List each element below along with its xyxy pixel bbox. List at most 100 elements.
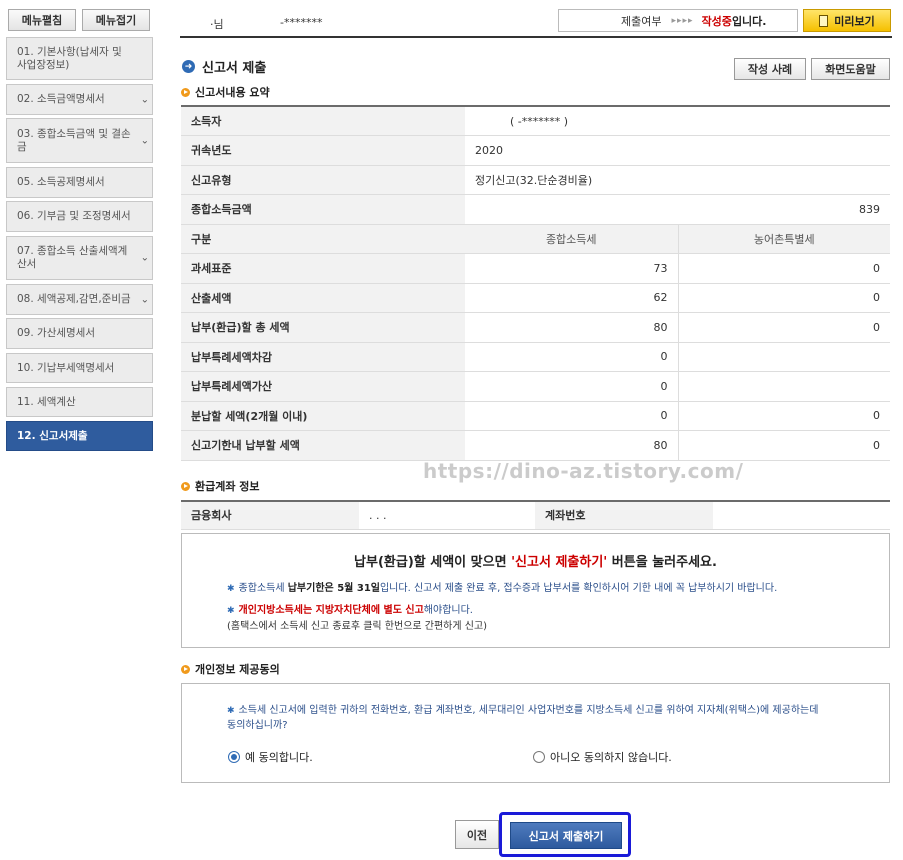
- sidebar-item-tax-compute[interactable]: 11. 세액계산: [6, 387, 153, 417]
- arrow-right-circle-icon: ➜: [182, 60, 195, 73]
- col-income-tax: 종합소득세: [465, 224, 679, 254]
- preview-button[interactable]: 미리보기: [803, 9, 891, 32]
- chevron-down-icon: ⌄: [140, 135, 149, 146]
- taxpayer-value: ( -******* ): [465, 106, 890, 136]
- row-rural-tax: 0: [678, 283, 890, 313]
- refund-account-table: 금융회사 . . . 계좌번호: [181, 500, 890, 530]
- year-value: 2020: [465, 135, 890, 166]
- notice-line2-red: 개인지방소득세는 지방자치단체에 별도 신고: [238, 605, 424, 616]
- submission-status: 제출여부 ▸▸▸▸ 작성중 입니다.: [558, 9, 798, 32]
- summary-section-title: 신고서내용 요약: [181, 84, 270, 100]
- consent-no-radio[interactable]: [533, 751, 545, 763]
- account-label: 계좌번호: [535, 501, 713, 530]
- notice-line1-bold: 납부기한은 5월 31일: [287, 583, 380, 594]
- sidebar-item-donations[interactable]: 06. 기부금 및 조정명세서: [6, 201, 153, 232]
- star-bullet-icon: ✱: [227, 606, 235, 616]
- row-income-tax: 0: [465, 342, 679, 372]
- refund-title-text: 환급계좌 정보: [195, 480, 260, 493]
- sidebar-item-tax-calculation[interactable]: 07. 종합소득 산출세액계산서 ⌄: [6, 236, 153, 280]
- consent-no-label: 아니오 동의하지 않습니다.: [550, 751, 672, 764]
- star-bullet-icon: ✱: [227, 706, 235, 716]
- notice-line-hint: (홈택스에서 소득세 신고 종료후 클릭 한번으로 간편하게 신고): [227, 621, 488, 632]
- col-label: 구분: [181, 224, 465, 254]
- row-label: 산출세액: [181, 283, 465, 313]
- row-rural-tax: 0: [678, 312, 890, 343]
- notice-heading-post: 버튼을 눌러주세요.: [607, 555, 717, 570]
- screen-help-button[interactable]: 화면도움말: [811, 58, 890, 80]
- chevron-down-icon: ⌄: [140, 294, 149, 305]
- notice-heading-red: '신고서 제출하기': [511, 555, 608, 570]
- notice-line1-post: 입니다. 신고서 제출 완료 후, 접수증과 납부서를 확인하시어 기한 내에 …: [379, 583, 778, 594]
- row-label: 신고기한내 납부할 세액: [181, 430, 465, 461]
- row-label: 납부특례세액차감: [181, 342, 465, 372]
- submit-report-button[interactable]: 신고서 제출하기: [510, 822, 622, 849]
- consent-yes-radio[interactable]: [228, 751, 240, 763]
- sidebar-item-prepaid-tax[interactable]: 10. 기납부세액명세서: [6, 353, 153, 383]
- sidebar-item-label: 07. 종합소득 산출세액계산서: [17, 245, 128, 270]
- row-rural-tax: 0: [678, 401, 890, 431]
- notice-heading-pre: 납부(환급)할 세액이 맞으면: [354, 555, 512, 570]
- watermark: https://dino-az.tistory.com/: [423, 459, 744, 483]
- type-value: 정기신고(32.단순경비율): [465, 165, 890, 195]
- table-row: 납부특례세액차감 0: [181, 342, 890, 372]
- sidebar-item-tax-credits[interactable]: 08. 세액공제,감면,준비금 ⌄: [6, 284, 153, 315]
- menu-collapse-button[interactable]: 메뉴접기: [82, 9, 150, 31]
- table-row: 신고유형 정기신고(32.단순경비율): [181, 165, 890, 195]
- sidebar-item-deductions[interactable]: 05. 소득공제명세서: [6, 167, 153, 198]
- row-income-tax: 73: [465, 253, 679, 284]
- top-bar: ·님 -******* 제출여부 ▸▸▸▸ 작성중 입니다. 미리보기: [180, 8, 892, 38]
- summary-table: 소득자 ( -******* ) 귀속년도 2020 신고유형 정기신고(32.…: [181, 105, 890, 461]
- sidebar-item-label: 06. 기부금 및 조정명세서: [17, 210, 131, 222]
- sidebar-item-label: 05. 소득공제명세서: [17, 176, 105, 188]
- sidebar-item-basic-info[interactable]: 01. 기본사항(납세자 및 사업장정보): [6, 37, 153, 80]
- consent-yes-label: 예 동의합니다.: [245, 751, 313, 764]
- sidebar-item-total-income[interactable]: 03. 종합소득금액 및 결손금 ⌄: [6, 118, 153, 163]
- row-income-tax: 62: [465, 283, 679, 313]
- menu-toggle-group: 메뉴펼침 메뉴접기: [8, 9, 150, 31]
- consent-yes-option[interactable]: 예 동의합니다.: [228, 749, 313, 765]
- bullet-icon: [181, 87, 190, 97]
- bank-value: . . .: [359, 501, 535, 530]
- sidebar-item-income-statement[interactable]: 02. 소득금액명세서 ⌄: [6, 84, 153, 115]
- income-label: 종합소득금액: [181, 194, 465, 225]
- sample-button[interactable]: 작성 사례: [734, 58, 806, 80]
- row-income-tax: 0: [465, 401, 679, 431]
- row-rural-tax: 0: [678, 253, 890, 284]
- table-row: 분납할 세액(2개월 이내) 0 0: [181, 401, 890, 431]
- status-value: 작성중: [701, 14, 732, 28]
- menu-expand-button[interactable]: 메뉴펼침: [8, 9, 76, 31]
- sidebar-item-penalty-tax[interactable]: 09. 가산세명세서: [6, 318, 153, 349]
- notice-line1-pre: 종합소득세: [238, 583, 288, 594]
- sidebar-item-label: 09. 가산세명세서: [17, 327, 95, 339]
- table-row: 귀속년도 2020: [181, 135, 890, 166]
- status-label: 제출여부: [621, 14, 662, 28]
- bank-label: 금융회사: [181, 501, 359, 530]
- chevron-down-icon: ⌄: [140, 94, 149, 105]
- col-rural-tax: 농어촌특별세: [678, 224, 890, 254]
- row-income-tax: 0: [465, 371, 679, 402]
- consent-box: ✱ 소득세 신고서에 입력한 귀하의 전화번호, 환급 계좌번호, 세무대리인 사…: [181, 683, 890, 783]
- sidebar-item-label: 02. 소득금액명세서: [17, 93, 105, 105]
- sidebar-item-label: 11. 세액계산: [17, 395, 76, 408]
- row-rural-tax: [678, 371, 890, 402]
- row-label: 과세표준: [181, 253, 465, 284]
- submit-highlight-frame: 신고서 제출하기: [499, 812, 631, 857]
- notice-line-local-tax: ✱ 개인지방소득세는 지방자치단체에 별도 신고해야합니다.: [227, 601, 473, 616]
- sidebar: 메뉴펼침 메뉴접기 01. 기본사항(납세자 및 사업장정보) 02. 소득금액…: [0, 0, 160, 860]
- table-row: 과세표준 73 0: [181, 253, 890, 284]
- sidebar-item-label: 01. 기본사항(납세자 및 사업장정보): [17, 45, 122, 71]
- page-title: ➜ 신고서 제출: [182, 57, 266, 76]
- sidebar-item-submit[interactable]: 12. 신고서제출: [6, 421, 153, 451]
- prev-button[interactable]: 이전: [455, 820, 499, 849]
- bullet-icon: [181, 481, 190, 491]
- table-row: 납부(환급)할 총 세액 80 0: [181, 312, 890, 343]
- sidebar-item-label: 12. 신고서제출: [17, 429, 88, 442]
- table-row: 산출세액 62 0: [181, 283, 890, 313]
- arrows-icon: ▸▸▸▸: [671, 15, 694, 26]
- account-value: [713, 501, 890, 530]
- user-name: ·님: [210, 18, 224, 31]
- table-row: 납부특례세액가산 0: [181, 371, 890, 402]
- user-id: -*******: [280, 16, 323, 29]
- consent-no-option[interactable]: 아니오 동의하지 않습니다.: [533, 749, 672, 765]
- chevron-down-icon: ⌄: [140, 252, 149, 264]
